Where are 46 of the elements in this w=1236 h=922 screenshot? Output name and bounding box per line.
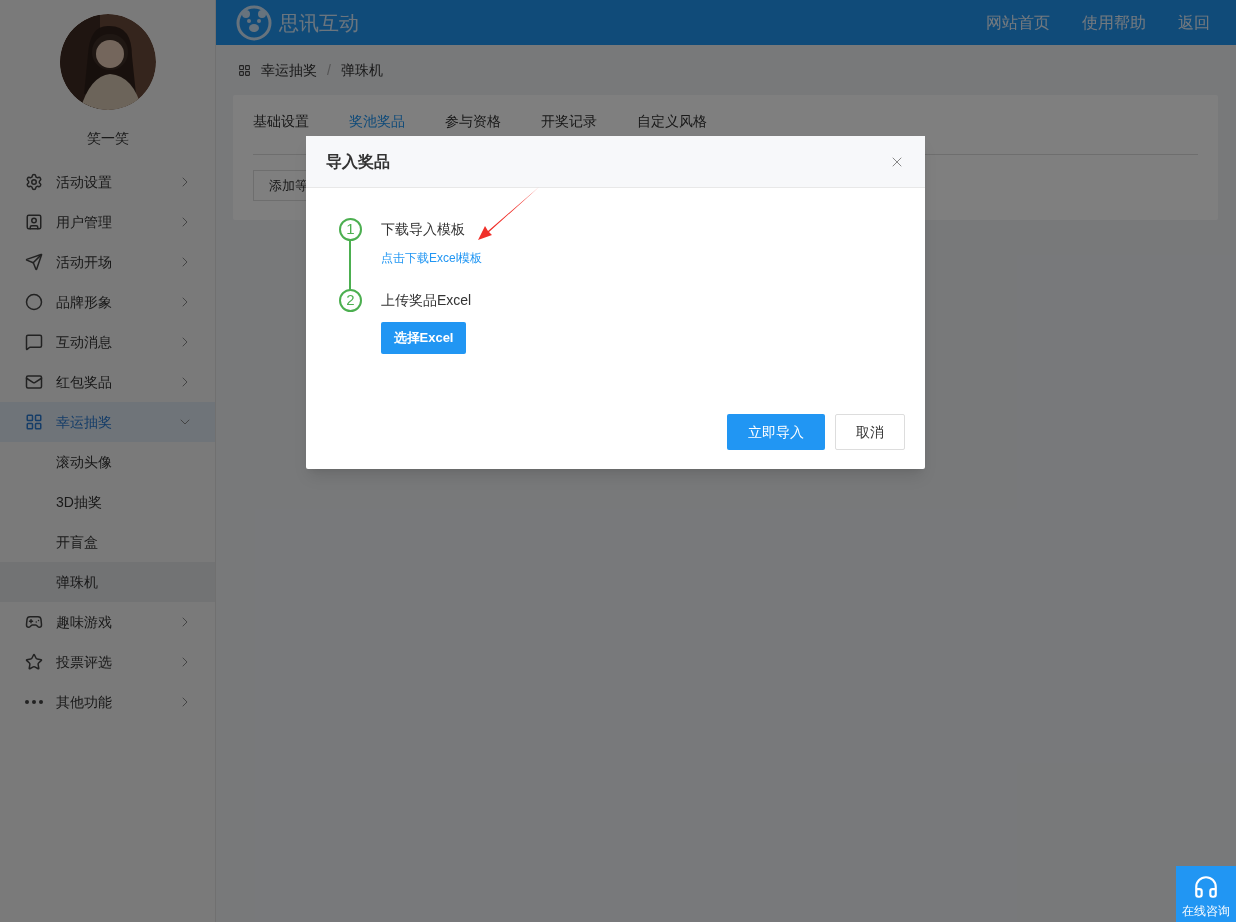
breadcrumb-separator: / bbox=[327, 60, 331, 80]
import-button[interactable]: 立即导入 bbox=[727, 414, 825, 450]
user-card-icon bbox=[25, 213, 43, 231]
bear-logo-icon bbox=[236, 4, 272, 41]
tab[interactable]: 基础设置 bbox=[253, 111, 309, 155]
cancel-button[interactable]: 取消 bbox=[835, 414, 905, 450]
paper-plane-icon bbox=[25, 253, 43, 271]
choose-file-button[interactable]: 选择Excel bbox=[381, 322, 466, 354]
step-number: 1 bbox=[339, 218, 362, 241]
chat-label: 在线咨询 bbox=[1182, 903, 1230, 920]
chat-widget[interactable]: 在线咨询 bbox=[1176, 866, 1236, 922]
step-title: 下载导入模板 bbox=[381, 220, 466, 239]
sidebar-item[interactable]: 红包奖品 bbox=[0, 362, 215, 402]
logo-text: 思讯互动 bbox=[279, 10, 360, 36]
sidebar-item[interactable]: 趣味游戏 bbox=[0, 602, 215, 642]
grid-icon bbox=[25, 413, 43, 431]
circle-icon bbox=[25, 293, 43, 311]
sidebar-item[interactable]: 投票评选 bbox=[0, 642, 215, 682]
nav-link[interactable]: 网站首页 bbox=[970, 10, 1066, 35]
sidebar-subitem[interactable]: 弹珠机 bbox=[0, 562, 215, 602]
sidebar-item[interactable]: 活动设置 bbox=[0, 162, 215, 202]
sidebar-subitem[interactable]: 滚动头像 bbox=[0, 442, 215, 482]
sidebar-item[interactable]: 品牌形象 bbox=[0, 282, 215, 322]
breadcrumb-link[interactable]: 幸运抽奖 bbox=[261, 59, 317, 81]
gears-icon bbox=[25, 173, 43, 191]
star-icon bbox=[25, 653, 43, 671]
sidebar-item[interactable]: 用户管理 bbox=[0, 202, 215, 242]
sidebar-subitem[interactable]: 开盲盒 bbox=[0, 522, 215, 562]
step-number: 2 bbox=[339, 289, 362, 312]
grid-icon bbox=[238, 63, 251, 77]
sidebar-item[interactable]: 活动开场 bbox=[0, 242, 215, 282]
nav-link[interactable]: 返回 bbox=[1162, 10, 1226, 35]
step-title: 上传奖品Excel bbox=[381, 291, 472, 310]
download-link[interactable]: 点击下载Excel模板 bbox=[381, 249, 483, 267]
sidebar-item[interactable]: 幸运抽奖 bbox=[0, 402, 215, 442]
dots-icon bbox=[25, 700, 43, 704]
sidebar-subitem[interactable]: 3D抽奖 bbox=[0, 482, 215, 522]
nav-link[interactable]: 使用帮助 bbox=[1066, 10, 1162, 35]
gamepad-icon bbox=[25, 613, 43, 631]
envelope-icon bbox=[25, 373, 43, 391]
sidebar-item[interactable]: 其他功能 bbox=[0, 682, 215, 722]
profile-name: 笑一笑 bbox=[86, 129, 129, 148]
breadcrumb-link[interactable]: 弹珠机 bbox=[340, 59, 383, 81]
sidebar-item[interactable]: 互动消息 bbox=[0, 322, 215, 362]
headset-icon bbox=[1193, 874, 1219, 900]
chat-bubble-icon bbox=[25, 333, 43, 351]
